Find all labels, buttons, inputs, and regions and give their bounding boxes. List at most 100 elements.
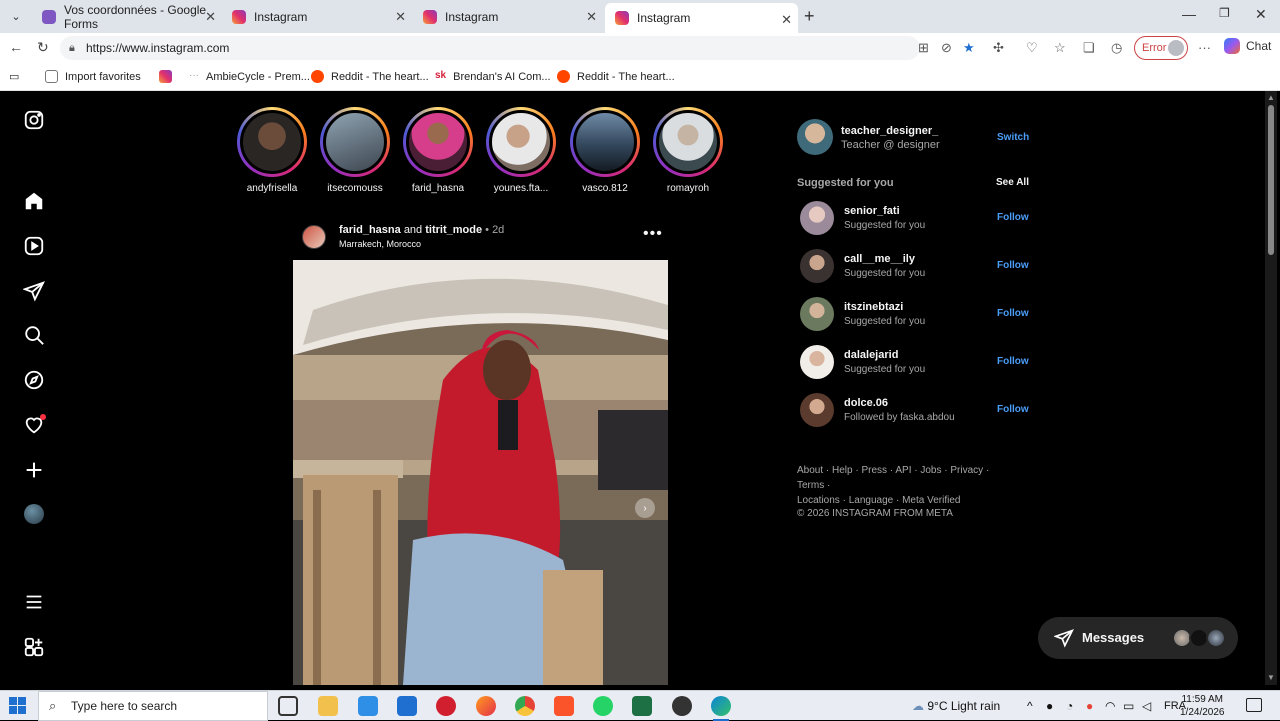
favorite-star-icon[interactable]: ★ [963,40,975,56]
wifi-icon[interactable]: ◠ [1105,691,1115,721]
tray-app-icon[interactable]: ● [1046,691,1053,721]
create-plus-icon[interactable] [22,458,46,482]
bookmark-reddit-2[interactable]: Reddit - The heart... [557,70,675,83]
brave-icon[interactable] [554,696,574,716]
sidebar-toggle-icon[interactable]: ▭ [9,70,19,83]
avatar[interactable] [800,297,834,331]
app-icon[interactable] [358,696,378,716]
vivaldi-icon[interactable] [436,696,456,716]
bookmark-reddit-1[interactable]: Reddit - The heart... [311,70,429,83]
home-icon[interactable] [22,189,46,213]
avatar[interactable] [800,249,834,283]
post-author-avatar[interactable] [302,225,326,249]
network-icon[interactable]: ◔ [1066,691,1073,721]
clock[interactable]: 11:59 AM 1/24/2026 [1180,693,1225,719]
bookmark-ambiecycle[interactable]: ··· AmbieCycle - Prem... [189,70,310,83]
store-icon[interactable] [397,696,417,716]
chrome-icon[interactable] [515,696,535,716]
footer-links-line[interactable]: Locations · Language · Meta Verified [797,493,1017,508]
reels-icon[interactable] [22,234,46,258]
post-image[interactable]: › [293,260,668,685]
switch-account-button[interactable]: Switch [997,132,1029,143]
refresh-icon[interactable]: ↻ [37,39,49,56]
show-hidden-icons-icon[interactable]: ^ [1027,691,1033,721]
history-icon[interactable]: ◷ [1111,40,1122,56]
suggestion-username[interactable]: dolce.06 [844,397,888,409]
instagram-logo-icon[interactable] [22,108,46,132]
taskbar-search-box[interactable]: ⌕ Type here to search [38,691,268,721]
task-view-icon[interactable] [278,696,298,716]
tracking-prevention-icon[interactable]: ⊘ [941,40,952,56]
scroll-down-icon[interactable]: ▼ [1267,673,1275,682]
new-tab-icon[interactable]: + [804,6,815,27]
browser-essentials-icon[interactable]: ♡ [1026,40,1038,56]
close-icon[interactable]: ✕ [586,9,597,25]
post-coauthor-link[interactable]: titrit_mode [425,224,482,236]
notification-center-icon[interactable] [1246,698,1262,712]
story-item[interactable]: romayroh [648,107,728,194]
current-user-avatar[interactable] [797,119,833,155]
suggestion-username[interactable]: itszinebtazi [844,301,903,313]
follow-button[interactable]: Follow [997,260,1029,271]
search-icon[interactable] [22,323,46,347]
whatsapp-icon[interactable] [593,696,613,716]
more-options-icon[interactable]: ··· [1198,40,1211,55]
page-scrollbar[interactable]: ▲ ▼ [1265,91,1277,685]
bookmark-instagram[interactable] [159,70,179,83]
messages-button[interactable]: Messages [1038,617,1238,659]
edge-icon[interactable] [711,696,731,721]
extensions-icon[interactable]: ✣ [993,40,1004,56]
tab-google-forms[interactable]: Vos coordonnées - Google Forms ✕ [32,0,222,33]
app-icon[interactable] [672,696,692,716]
file-explorer-icon[interactable] [318,696,338,716]
more-options-icon[interactable]: ••• [643,225,663,243]
story-item[interactable]: younes.fta... [481,107,561,194]
story-item[interactable]: vasco.812 [565,107,645,194]
direct-messages-icon[interactable] [22,279,46,303]
avatar[interactable] [800,345,834,379]
power-icon[interactable]: ▭ [1123,691,1134,721]
explore-icon[interactable] [22,368,46,392]
current-username[interactable]: teacher_designer_ [841,125,938,137]
post-age[interactable]: 2d [492,224,504,236]
close-icon[interactable]: ✕ [395,9,406,25]
follow-button[interactable]: Follow [997,404,1029,415]
volume-icon[interactable]: ◁ [1142,691,1151,721]
tab-instagram-active[interactable]: Instagram ✕ [605,3,798,33]
url-field[interactable]: 🔒︎ https://www.instagram.com [60,36,920,60]
favorites-icon[interactable]: ☆ [1054,40,1066,56]
post-location-link[interactable]: Marrakech, Morocco [339,239,421,249]
suggestion-username[interactable]: senior_fati [844,205,900,217]
excel-icon[interactable] [632,696,652,716]
avatar[interactable] [800,201,834,235]
also-from-meta-icon[interactable] [22,635,46,659]
follow-button[interactable]: Follow [997,212,1029,223]
story-item[interactable]: itsecomouss [315,107,395,194]
maximize-icon[interactable]: ❐ [1219,6,1230,20]
avatar[interactable] [800,393,834,427]
minimize-icon[interactable]: — [1182,6,1196,22]
profile-error-button[interactable]: Error [1134,36,1188,60]
tab-actions-icon[interactable]: ⌄ [6,6,26,26]
notifications-heart-icon[interactable] [22,413,46,437]
back-icon[interactable]: ← [9,39,23,55]
scroll-up-icon[interactable]: ▲ [1267,93,1275,102]
window-close-icon[interactable]: ✕ [1255,6,1267,23]
story-item[interactable]: farid_hasna [398,107,478,194]
weather-widget[interactable]: ☁ 9°C Light rain [912,691,1000,721]
story-item[interactable]: andyfrisella [232,107,312,194]
app-available-icon[interactable]: ⊞ [918,40,929,56]
close-icon[interactable]: ✕ [205,9,216,25]
copilot-chat-button[interactable]: Chat [1224,38,1271,54]
suggestion-username[interactable]: dalalejarid [844,349,898,361]
scrollbar-thumb[interactable] [1268,105,1274,255]
bookmark-import-favorites[interactable]: Import favorites [45,70,141,83]
post-author-link[interactable]: farid_hasna [339,224,401,236]
firefox-icon[interactable] [476,696,496,716]
see-all-button[interactable]: See All [996,177,1029,188]
collections-icon[interactable]: ❏ [1083,40,1095,56]
chrome-tray-icon[interactable]: ● [1086,691,1093,721]
next-photo-chevron-icon[interactable]: › [635,498,655,518]
windows-start-icon[interactable] [9,697,27,715]
tab-instagram-2[interactable]: Instagram ✕ [413,0,603,33]
